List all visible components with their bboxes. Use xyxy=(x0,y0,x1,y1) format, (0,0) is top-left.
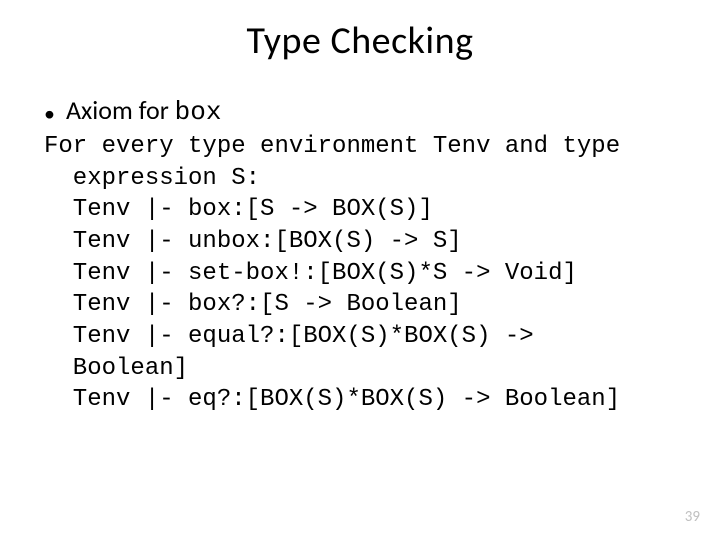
content-area: • Axiom for box For every type environme… xyxy=(0,64,720,416)
code-line: Tenv |- box:[S -> BOX(S)] xyxy=(44,196,433,223)
bullet-item: • Axiom for box xyxy=(44,94,686,127)
code-line: Tenv |- eq?:[BOX(S)*BOX(S) -> Boolean] xyxy=(44,386,620,413)
code-line: Boolean] xyxy=(44,355,188,382)
page-number: 39 xyxy=(685,508,700,526)
slide-title: Type Checking xyxy=(0,0,720,64)
bullet-prefix: Axiom for xyxy=(66,94,175,126)
bullet-code: box xyxy=(175,97,222,127)
code-line: Tenv |- set-box!:[BOX(S)*S -> Void] xyxy=(44,260,577,287)
code-block: For every type environment Tenv and type… xyxy=(44,131,686,416)
code-line: For every type environment Tenv and type xyxy=(44,133,620,160)
code-line: Tenv |- unbox:[BOX(S) -> S] xyxy=(44,228,462,255)
code-line: Tenv |- equal?:[BOX(S)*BOX(S) -> xyxy=(44,323,534,350)
bullet-text: Axiom for box xyxy=(66,94,221,127)
bullet-marker: • xyxy=(44,103,66,125)
code-line: Tenv |- box?:[S -> Boolean] xyxy=(44,291,462,318)
slide: Type Checking • Axiom for box For every … xyxy=(0,0,720,540)
code-line: expression S: xyxy=(44,165,260,192)
